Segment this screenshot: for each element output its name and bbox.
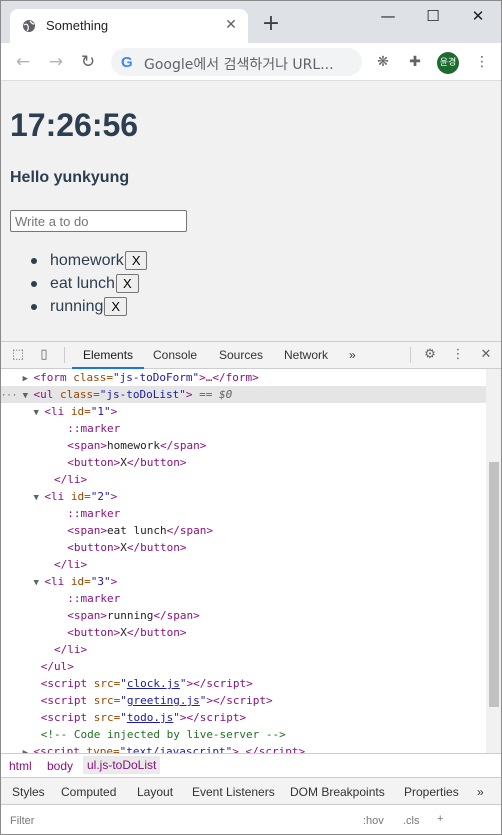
dom-node-ul-selected[interactable]: ··· ▼ <ul class="js-toDoList"> == $0 bbox=[1, 386, 486, 403]
hov-toggle[interactable]: :hov bbox=[363, 815, 384, 827]
dom-node-script[interactable]: <script src="greeting.js"></script> bbox=[1, 692, 486, 709]
dom-node-li-close[interactable]: </li> bbox=[1, 471, 486, 488]
cls-toggle[interactable]: .cls bbox=[403, 815, 420, 827]
clock: 17:26:56 bbox=[10, 107, 139, 143]
kebab-menu-icon[interactable]: ⋮ bbox=[450, 347, 466, 363]
styles-tab-bar: Styles Computed Layout Event Listeners D… bbox=[1, 778, 501, 807]
dom-node-marker[interactable]: ::marker bbox=[1, 590, 486, 607]
dom-node-li-close[interactable]: </li> bbox=[1, 556, 486, 573]
ellipsis-icon[interactable]: ··· ▼ bbox=[1, 391, 34, 401]
tab-properties[interactable]: Properties bbox=[404, 785, 459, 799]
todo-item: eat lunch X bbox=[31, 272, 147, 295]
collapse-triangle-icon[interactable]: ▼ bbox=[1, 578, 44, 588]
todo-text: running bbox=[50, 297, 104, 315]
divider bbox=[64, 347, 65, 363]
close-window-button[interactable]: ✕ bbox=[463, 5, 493, 27]
todo-input[interactable] bbox=[10, 210, 187, 232]
breadcrumb: html body ul.js-toDoList bbox=[1, 753, 501, 778]
dom-node-ul-close[interactable]: </ul> bbox=[1, 658, 486, 675]
dom-node-script[interactable]: <script src="clock.js"></script> bbox=[1, 675, 486, 692]
dom-node-button[interactable]: <button>X</button> bbox=[1, 454, 486, 471]
delete-todo-button[interactable]: X bbox=[115, 274, 139, 293]
styles-filter-row: Filter :hov .cls + bbox=[1, 805, 501, 834]
devtools-panel: ⬚ ▯ Elements Console Sources Network » ⚙… bbox=[1, 341, 501, 834]
tab-close-icon[interactable]: ✕ bbox=[223, 17, 239, 33]
dom-node-script[interactable]: <script src="todo.js"></script> bbox=[1, 709, 486, 726]
google-g-icon: G bbox=[121, 54, 133, 71]
todo-item: homework X bbox=[31, 249, 148, 272]
tab-layout[interactable]: Layout bbox=[137, 785, 173, 799]
reload-icon[interactable]: ↻ bbox=[77, 51, 99, 73]
dom-node-li[interactable]: ▼ <li id="3"> bbox=[1, 573, 486, 590]
page-viewport: 17:26:56 Hello yunkyung homework X eat l… bbox=[1, 81, 501, 341]
collapse-triangle-icon[interactable]: ▼ bbox=[1, 408, 44, 418]
dom-node-span[interactable]: <span>eat lunch</span> bbox=[1, 522, 486, 539]
breadcrumb-body[interactable]: body bbox=[47, 759, 73, 773]
dom-node-form[interactable]: ▶ <form class="js-toDoForm">…</form> bbox=[1, 369, 486, 386]
browser-menu-icon[interactable]: ⋮ bbox=[473, 53, 491, 71]
back-arrow-icon[interactable]: ← bbox=[12, 51, 34, 73]
bullet-marker bbox=[31, 304, 37, 310]
todo-item: running X bbox=[31, 295, 147, 318]
browser-tab[interactable]: Something ✕ bbox=[10, 9, 248, 43]
tab-dom-breakpoints[interactable]: DOM Breakpoints bbox=[290, 785, 385, 799]
dom-node-script-inline[interactable]: ▶ <script type="text/javascript">…</scri… bbox=[1, 743, 486, 753]
delete-todo-button[interactable]: X bbox=[124, 251, 148, 270]
divider bbox=[410, 347, 411, 363]
puzzle-extensions-icon[interactable]: ✚ bbox=[406, 53, 424, 71]
more-tabs-icon[interactable]: » bbox=[349, 348, 356, 362]
todo-text: eat lunch bbox=[50, 274, 115, 292]
browser-toolbar: ← → ↻ G Google에서 검색하거나 URL... ❋ ✚ 윤경 ⋮ bbox=[1, 43, 501, 81]
delete-todo-button[interactable]: X bbox=[104, 297, 128, 316]
dom-node-li[interactable]: ▼ <li id="2"> bbox=[1, 488, 486, 505]
inspect-element-icon[interactable]: ⬚ bbox=[10, 347, 26, 363]
todo-list: homework X eat lunch X running X bbox=[31, 249, 148, 318]
profile-avatar[interactable]: 윤경 bbox=[437, 52, 459, 74]
bullet-marker bbox=[31, 281, 37, 287]
dom-node-marker[interactable]: ::marker bbox=[1, 505, 486, 522]
dom-node-comment[interactable]: <!-- Code injected by live-server --> bbox=[1, 726, 486, 743]
browser-window: Something ✕ + — ☐ ✕ ← → ↻ G Google에서 검색하… bbox=[0, 0, 502, 835]
elements-tree: ▶ <form class="js-toDoForm">…</form> ···… bbox=[1, 369, 486, 753]
expand-triangle-icon[interactable]: ▶ bbox=[1, 374, 34, 384]
greeting: Hello yunkyung bbox=[10, 169, 130, 186]
tab-sources[interactable]: Sources bbox=[219, 348, 263, 362]
tab-console[interactable]: Console bbox=[153, 348, 197, 362]
bullet-marker bbox=[31, 258, 37, 264]
maximize-button[interactable]: ☐ bbox=[418, 5, 448, 27]
new-tab-button[interactable]: + bbox=[260, 13, 282, 36]
tab-title: Something bbox=[46, 18, 109, 33]
add-rule-icon[interactable]: + bbox=[437, 813, 443, 825]
globe-icon bbox=[23, 20, 35, 32]
device-toolbar-icon[interactable]: ▯ bbox=[36, 347, 52, 363]
dom-node-span[interactable]: <span>running</span> bbox=[1, 607, 486, 624]
dom-node-li[interactable]: ▼ <li id="1"> bbox=[1, 403, 486, 420]
gear-icon[interactable]: ⚙ bbox=[422, 347, 438, 363]
breadcrumb-ul[interactable]: ul.js-toDoList bbox=[83, 756, 161, 774]
address-placeholder: Google에서 검색하거나 URL... bbox=[144, 57, 334, 73]
dom-node-span[interactable]: <span>homework</span> bbox=[1, 437, 486, 454]
todo-text: homework bbox=[50, 251, 124, 269]
tab-computed[interactable]: Computed bbox=[61, 785, 116, 799]
minimize-button[interactable]: — bbox=[373, 5, 403, 27]
tab-elements[interactable]: Elements bbox=[71, 348, 145, 369]
address-bar[interactable]: G Google에서 검색하거나 URL... bbox=[111, 48, 362, 76]
filter-input[interactable]: Filter bbox=[10, 815, 34, 827]
devtools-tab-bar: ⬚ ▯ Elements Console Sources Network » ⚙… bbox=[1, 342, 501, 369]
dom-node-button[interactable]: <button>X</button> bbox=[1, 539, 486, 556]
tab-event-listeners[interactable]: Event Listeners bbox=[192, 785, 275, 799]
close-devtools-icon[interactable]: ✕ bbox=[478, 347, 494, 363]
tab-styles[interactable]: Styles bbox=[7, 785, 50, 807]
collapse-triangle-icon[interactable]: ▼ bbox=[1, 493, 44, 503]
tab-network[interactable]: Network bbox=[284, 348, 328, 362]
elements-scrollbar-thumb[interactable] bbox=[489, 462, 499, 707]
dom-node-marker[interactable]: ::marker bbox=[1, 420, 486, 437]
more-lower-tabs-icon[interactable]: » bbox=[477, 785, 484, 799]
title-bar: Something ✕ + — ☐ ✕ bbox=[1, 1, 501, 43]
dom-node-li-close[interactable]: </li> bbox=[1, 641, 486, 658]
forward-arrow-icon[interactable]: → bbox=[45, 51, 67, 73]
extension-flower-icon[interactable]: ❋ bbox=[374, 53, 392, 71]
breadcrumb-html[interactable]: html bbox=[9, 759, 32, 773]
dom-node-button[interactable]: <button>X</button> bbox=[1, 624, 486, 641]
